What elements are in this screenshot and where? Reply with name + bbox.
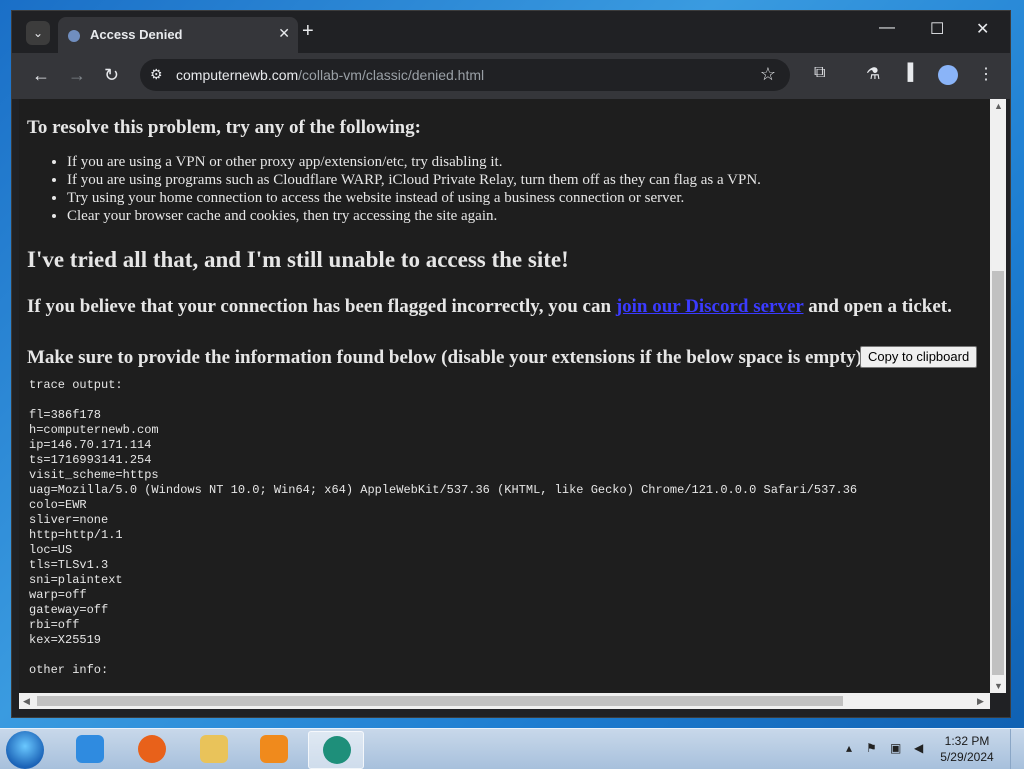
- taskbar-firefox[interactable]: [124, 731, 178, 767]
- page-content: To resolve this problem, try any of the …: [19, 99, 990, 693]
- close-window-button[interactable]: ✕: [976, 19, 989, 39]
- taskbar-media-player[interactable]: [246, 731, 300, 767]
- list-item: If you are using a VPN or other proxy ap…: [67, 153, 761, 171]
- flagged-prefix: If you believe that your connection has …: [27, 296, 616, 317]
- taskbar-ie[interactable]: [62, 731, 116, 767]
- tab-access-denied[interactable]: Access Denied ✕: [58, 17, 298, 55]
- menu-icon[interactable]: ⋮: [978, 64, 994, 84]
- scroll-up-icon[interactable]: ▲: [994, 101, 1003, 111]
- trace-output: trace output: fl=386f178 h=computernewb.…: [29, 378, 858, 677]
- horizontal-scrollbar[interactable]: ◀ ▶: [19, 693, 990, 709]
- list-item: If you are using programs such as Cloudf…: [67, 171, 761, 189]
- clock[interactable]: 1:32 PM 5/29/2024: [940, 733, 994, 765]
- vertical-scrollbar[interactable]: ▲ ▼: [990, 99, 1006, 693]
- reload-button[interactable]: ↻: [104, 65, 119, 86]
- new-tab-button[interactable]: +: [302, 20, 314, 43]
- scroll-down-icon[interactable]: ▼: [994, 681, 1003, 691]
- discord-link[interactable]: join our Discord server: [616, 296, 804, 317]
- tab-bar: ⌄ Access Denied ✕ + — ☐ ✕: [12, 11, 1010, 55]
- site-info-icon[interactable]: ⚙: [150, 66, 163, 83]
- start-button[interactable]: [6, 731, 44, 769]
- show-hidden-icons[interactable]: ▴: [846, 741, 852, 755]
- minimize-button[interactable]: —: [879, 19, 895, 37]
- extensions-icon[interactable]: ⧉: [814, 64, 825, 82]
- action-center-flag-icon[interactable]: ⚑: [866, 741, 877, 755]
- tab-search-button[interactable]: ⌄: [26, 21, 50, 45]
- side-panel-icon[interactable]: ▐: [902, 64, 913, 82]
- resolve-list: If you are using a VPN or other proxy ap…: [27, 153, 761, 225]
- horizontal-scroll-thumb[interactable]: [37, 696, 843, 706]
- firefox-icon: [138, 735, 166, 763]
- close-tab-icon[interactable]: ✕: [278, 25, 290, 42]
- back-button[interactable]: ←: [32, 65, 50, 86]
- scroll-left-icon[interactable]: ◀: [23, 696, 30, 707]
- folder-icon: [200, 735, 228, 763]
- browser-window: ⌄ Access Denied ✕ + — ☐ ✕ ← → ↻ ⚙ comput…: [11, 10, 1011, 718]
- browser-icon: [323, 736, 351, 764]
- profile-avatar[interactable]: [938, 65, 958, 85]
- url-text: computernewb.com/collab-vm/classic/denie…: [176, 67, 485, 83]
- resolve-heading: To resolve this problem, try any of the …: [27, 117, 421, 138]
- internet-explorer-icon: [76, 735, 104, 763]
- provide-info-text: Make sure to provide the information fou…: [27, 347, 869, 368]
- copy-to-clipboard-button[interactable]: Copy to clipboard: [860, 346, 978, 368]
- labs-icon[interactable]: ⚗: [866, 64, 880, 84]
- volume-icon[interactable]: ◀: [914, 741, 923, 755]
- taskbar: ▴ ⚑ ▣ ◀ 1:32 PM 5/29/2024: [0, 728, 1024, 769]
- browser-toolbar: ← → ↻ ⚙ computernewb.com/collab-vm/class…: [12, 53, 1010, 99]
- network-icon[interactable]: ▣: [890, 741, 901, 755]
- address-bar[interactable]: ⚙ computernewb.com/collab-vm/classic/den…: [140, 59, 790, 91]
- still-unable-heading: I've tried all that, and I'm still unabl…: [27, 247, 569, 272]
- taskbar-chrome[interactable]: [308, 731, 364, 769]
- vertical-scroll-thumb[interactable]: [992, 271, 1004, 675]
- globe-icon: [68, 30, 80, 42]
- forward-button[interactable]: →: [68, 65, 86, 86]
- list-item: Try using your home connection to access…: [67, 189, 761, 207]
- media-player-icon: [260, 735, 288, 763]
- flagged-suffix: and open a ticket.: [803, 296, 952, 317]
- clock-time: 1:32 PM: [944, 734, 990, 748]
- list-item: Clear your browser cache and cookies, th…: [67, 207, 761, 225]
- maximize-button[interactable]: ☐: [930, 19, 944, 39]
- flagged-paragraph: If you believe that your connection has …: [27, 296, 952, 318]
- bookmark-star-icon[interactable]: ☆: [760, 64, 776, 85]
- scroll-right-icon[interactable]: ▶: [977, 696, 984, 707]
- clock-date: 5/29/2024: [940, 750, 994, 764]
- taskbar-explorer[interactable]: [186, 731, 240, 767]
- tab-title: Access Denied: [90, 27, 183, 42]
- show-desktop-button[interactable]: [1010, 729, 1024, 769]
